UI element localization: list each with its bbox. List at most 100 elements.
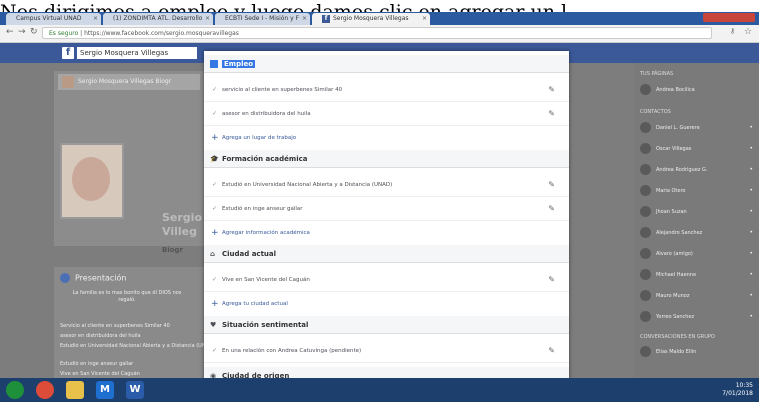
avatar xyxy=(640,290,651,301)
heart-icon: ♥ xyxy=(210,321,217,329)
contact-item[interactable]: Alvaro (amigo) • xyxy=(640,247,755,261)
contact-name: Alejandro Sanchez xyxy=(656,230,703,236)
close-icon[interactable]: × xyxy=(93,13,98,25)
edit-pencil-icon[interactable]: ✎ xyxy=(548,78,555,102)
clock-date: 7/01/2018 xyxy=(722,390,753,397)
group-name: Elias Maldo Ellin xyxy=(656,349,697,355)
contact-item[interactable]: Yorreo Sanchez • xyxy=(640,310,755,324)
check-icon: ✓ xyxy=(212,110,218,117)
contact-item[interactable]: Michael Haenne • xyxy=(640,268,755,282)
edit-pencil-icon[interactable]: ✎ xyxy=(548,197,555,221)
facebook-logo-icon[interactable]: f xyxy=(62,47,74,59)
contact-item[interactable]: Mauro Munoz • xyxy=(640,289,755,303)
section-heading-employment: Empleo xyxy=(204,55,569,73)
employment-entry[interactable]: ✓ servicio al cliente en superbenes Simil… xyxy=(204,78,569,102)
browser-tab-facebook[interactable]: f Sergio Mosquera Villegas × xyxy=(312,13,430,25)
avatar xyxy=(640,346,651,357)
back-arrow-icon[interactable]: ← xyxy=(6,27,14,37)
intro-line: Vive en San Vicente del Caguán xyxy=(60,371,140,377)
plus-icon: + xyxy=(211,133,219,143)
status-dot-icon: • xyxy=(749,229,753,236)
url-input[interactable]: Es seguro | https://www.facebook.com/ser… xyxy=(42,27,712,39)
entry-text: Vive en San Vicente del Caguán xyxy=(222,277,310,283)
check-icon: ✓ xyxy=(212,86,218,93)
briefcase-icon xyxy=(210,60,218,68)
section-heading-education: 🎓 Formación académica xyxy=(204,150,569,168)
entry-text: asesor en distribuidora del huila xyxy=(222,111,311,117)
page-item[interactable]: Andrea Bocilica xyxy=(640,83,755,97)
section-heading-relationship: ♥ Situación sentimental xyxy=(204,316,569,334)
check-icon: ✓ xyxy=(212,276,218,283)
section-title: Ciudad actual xyxy=(222,250,277,258)
word-icon[interactable]: W xyxy=(126,381,144,399)
browser-tab-ecbti[interactable]: ECBTI Sede I - Misión y F × xyxy=(215,13,310,25)
avatar xyxy=(640,143,651,154)
employment-entry[interactable]: ✓ asesor en distribuidora del huila ✎ xyxy=(204,102,569,126)
edit-pencil-icon[interactable]: ✎ xyxy=(548,173,555,197)
biography-tab[interactable]: Biogr xyxy=(162,246,183,254)
url-text: https://www.facebook.com/sergio.mosquera… xyxy=(84,30,239,37)
add-education-link[interactable]: + Agregar información académica xyxy=(204,221,569,245)
file-explorer-icon[interactable] xyxy=(66,381,84,399)
add-current-city-link[interactable]: + Agrega tu ciudad actual xyxy=(204,292,569,316)
reload-icon[interactable]: ↻ xyxy=(30,27,38,37)
avatar xyxy=(62,75,74,88)
close-icon[interactable]: × xyxy=(422,13,427,25)
chrome-icon[interactable] xyxy=(36,381,54,399)
add-workplace-link[interactable]: + Agrega un lugar de trabajo xyxy=(204,126,569,150)
section-heading-current-city: ⌂ Ciudad actual xyxy=(204,245,569,263)
education-entry[interactable]: ✓ Estudió en inge anseur gallar ✎ xyxy=(204,197,569,221)
contact-item[interactable]: Daniel L. Guerere • xyxy=(640,121,755,135)
contact-item[interactable]: Andrea Rodriguez G. • xyxy=(640,163,755,177)
tab-label: Sergio Mosquera Villegas xyxy=(333,15,409,22)
star-icon[interactable]: ☆ xyxy=(744,27,752,37)
profile-name-bar[interactable]: Sergio Mosquera Villegas Biogr xyxy=(58,74,200,90)
contact-name: Oscar Villegas xyxy=(656,146,692,152)
section-title: Formación académica xyxy=(222,155,308,163)
app-m-icon[interactable]: M xyxy=(96,381,114,399)
education-entry[interactable]: ✓ Estudió en Universidad Nacional Abierta… xyxy=(204,173,569,197)
group-item[interactable]: Elias Maldo Ellin xyxy=(640,345,755,359)
forward-arrow-icon[interactable]: → xyxy=(18,27,26,37)
avatar xyxy=(640,185,651,196)
contact-item[interactable]: Maria Otero • xyxy=(640,184,755,198)
relationship-entry[interactable]: ✓ En una relación con Andrea Catuvinga (p… xyxy=(204,339,569,363)
key-icon[interactable]: ⚷ xyxy=(730,27,735,35)
contact-name: Yorreo Sanchez xyxy=(656,314,695,320)
system-tray-clock[interactable]: 10:35 7/01/2018 xyxy=(722,382,753,398)
avatar xyxy=(640,206,651,217)
close-icon[interactable]: × xyxy=(205,13,210,25)
contact-name: Michael Haenne xyxy=(656,272,697,278)
entry-text: Estudió en inge anseur gallar xyxy=(222,206,303,212)
browser-tab-zondimta[interactable]: (1) ZONDIMTA ATL. Desarrollo × xyxy=(103,13,213,25)
status-dot-icon: • xyxy=(749,313,753,320)
group-conversations-heading: CONVERSACIONES EN GRUPO xyxy=(640,334,715,340)
edit-pencil-icon[interactable]: ✎ xyxy=(548,102,555,126)
profile-left-column: Sergio Mosquera Villegas Biogr Sergio Vil… xyxy=(54,63,204,393)
plus-icon: + xyxy=(211,228,219,238)
edit-details-modal: Empleo ✓ servicio al cliente en superbene… xyxy=(204,51,569,390)
globe-icon xyxy=(60,273,70,283)
windows-taskbar: M W 10:35 7/01/2018 xyxy=(0,378,759,402)
browser-tab-campus[interactable]: Campus Virtual UNAD × xyxy=(6,13,101,25)
edit-pencil-icon[interactable]: ✎ xyxy=(548,339,555,363)
address-bar: ← → ↻ Es seguro | https://www.facebook.c… xyxy=(0,25,759,43)
intro-title: Presentación xyxy=(60,273,127,283)
facebook-search-input[interactable]: Sergio Mosquera Villegas xyxy=(77,47,197,59)
contact-name: Maria Otero xyxy=(656,188,686,194)
add-link-text: Agrega un lugar de trabajo xyxy=(222,135,297,141)
contact-item[interactable]: Oscar Villegas • xyxy=(640,142,755,156)
cover-name: Sergio Villeg xyxy=(162,211,202,239)
contact-item[interactable]: Alejandro Sanchez • xyxy=(640,226,755,240)
contact-item[interactable]: Jhoan Suzan • xyxy=(640,205,755,219)
intro-bio: La familia es lo mas bonito que dí DIOS … xyxy=(72,290,182,303)
profile-picture[interactable] xyxy=(60,143,124,219)
edit-pencil-icon[interactable]: ✎ xyxy=(548,268,555,292)
start-button-icon[interactable] xyxy=(6,381,24,399)
current-city-entry[interactable]: ✓ Vive en San Vicente del Caguán ✎ xyxy=(204,268,569,292)
close-icon[interactable]: × xyxy=(302,13,307,25)
tab-label: ECBTI Sede I - Misión y F xyxy=(225,15,300,22)
window-controls[interactable] xyxy=(703,13,755,22)
graduation-cap-icon: 🎓 xyxy=(210,155,219,163)
avatar xyxy=(640,164,651,175)
